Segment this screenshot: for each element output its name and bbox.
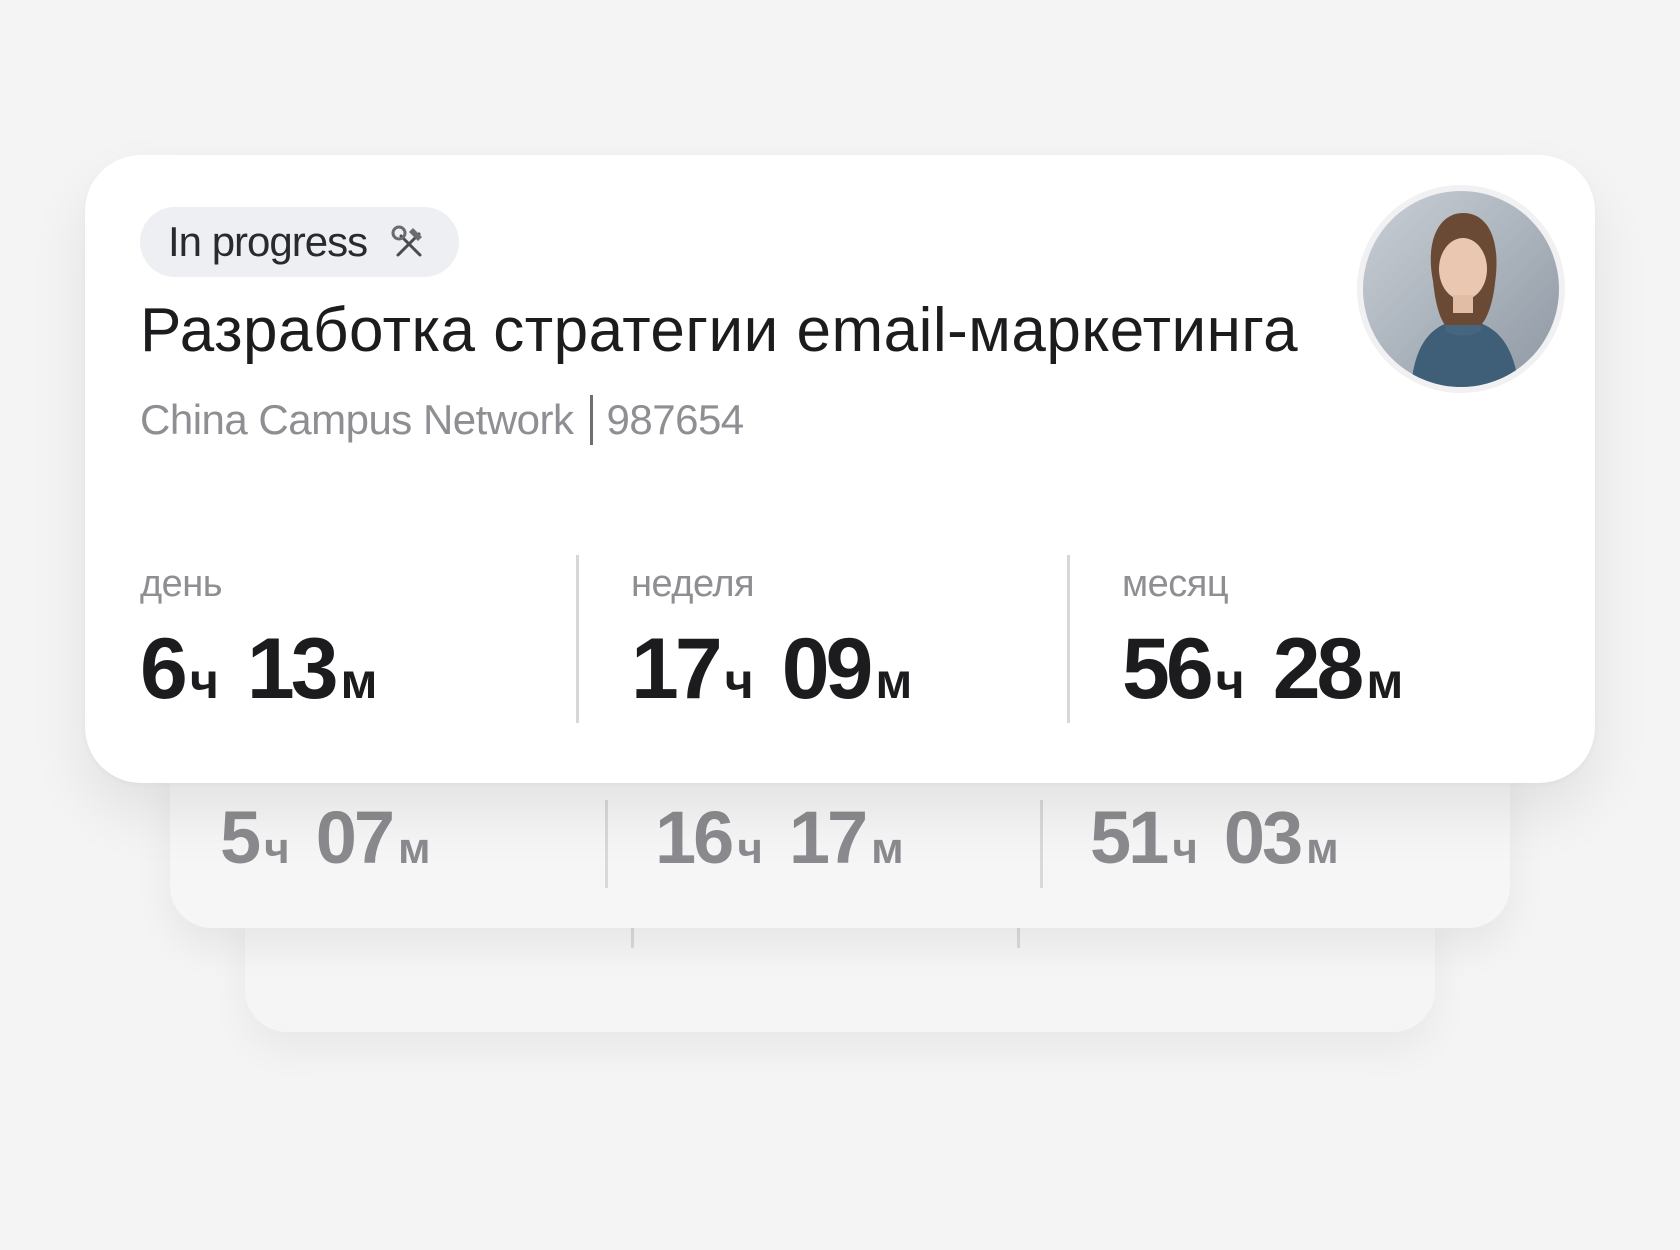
stat-label: неделя [631, 563, 755, 605]
stacked-stat-month: 51 ч 03 м [1040, 795, 1475, 888]
hours-value: 16 [655, 796, 734, 879]
hours-unit: ч [264, 824, 290, 873]
task-meta: China Campus Network 987654 [140, 395, 744, 445]
hours-value: 17 [631, 621, 723, 717]
stat-label: месяц [1122, 563, 1229, 605]
stat-week: неделя 17 ч 09 м [576, 555, 1067, 725]
stage: 7ч18м 19ч31м 64ч11м 5ч07м 16ч17м 5 [0, 0, 1680, 1250]
hours-value: 56 [1122, 621, 1214, 717]
divider [1067, 555, 1070, 723]
task-title: Разработка стратегии email-маркетинга [140, 296, 1299, 365]
client-name: China Campus Network [140, 396, 574, 443]
stacked-card-1-row: 5 ч 07 м 16 ч 17 м 51 ч 03 м [170, 795, 1510, 888]
stat-month: месяц 56 ч 28 м [1067, 555, 1558, 725]
hammer-and-wrench-icon [389, 222, 429, 262]
task-id: 987654 [606, 396, 745, 443]
minutes-unit: м [875, 653, 913, 709]
status-badge[interactable]: In progress [140, 207, 460, 277]
hours-unit: ч [1172, 824, 1198, 873]
minutes-value: 13 [246, 621, 339, 717]
stat-value: 6 ч 13 м [140, 620, 576, 719]
meta-separator [589, 395, 593, 445]
stacked-stat-day: 5 ч 07 м [170, 795, 605, 880]
stat-value: 56 ч 28 м [1122, 620, 1558, 719]
avatar[interactable] [1357, 185, 1565, 393]
minutes-value: 07 [315, 796, 395, 879]
minutes-value: 28 [1272, 621, 1365, 717]
minutes-unit: м [1306, 824, 1339, 873]
minutes-unit: м [340, 653, 378, 709]
minutes-unit: м [1366, 653, 1404, 709]
stat-label: день [140, 563, 223, 605]
minutes-value: 17 [788, 796, 868, 879]
avatar-photo [1363, 191, 1559, 387]
hours-value: 5 [220, 796, 261, 879]
minutes-value: 09 [781, 621, 874, 717]
hours-value: 51 [1090, 796, 1169, 879]
hours-unit: ч [737, 824, 763, 873]
divider [605, 800, 608, 888]
hours-unit: ч [189, 653, 219, 709]
time-stats: день 6 ч 13 м неделя 17 ч 09 м месяц 56 ч 28 м [85, 555, 1595, 725]
divider [576, 555, 579, 723]
stat-day: день 6 ч 13 м [85, 555, 576, 725]
status-label: In progress [168, 218, 368, 265]
minutes-unit: м [871, 824, 904, 873]
stacked-stat-week: 16 ч 17 м [605, 795, 1040, 888]
hours-unit: ч [1215, 653, 1245, 709]
hours-value: 6 [140, 621, 188, 717]
hours-unit: ч [724, 653, 754, 709]
minutes-value: 03 [1223, 796, 1303, 879]
minutes-unit: м [398, 824, 431, 873]
task-card[interactable]: In progress Разработка стратегии email-м… [85, 155, 1595, 783]
stat-value: 17 ч 09 м [631, 620, 1067, 719]
divider [1040, 800, 1043, 888]
